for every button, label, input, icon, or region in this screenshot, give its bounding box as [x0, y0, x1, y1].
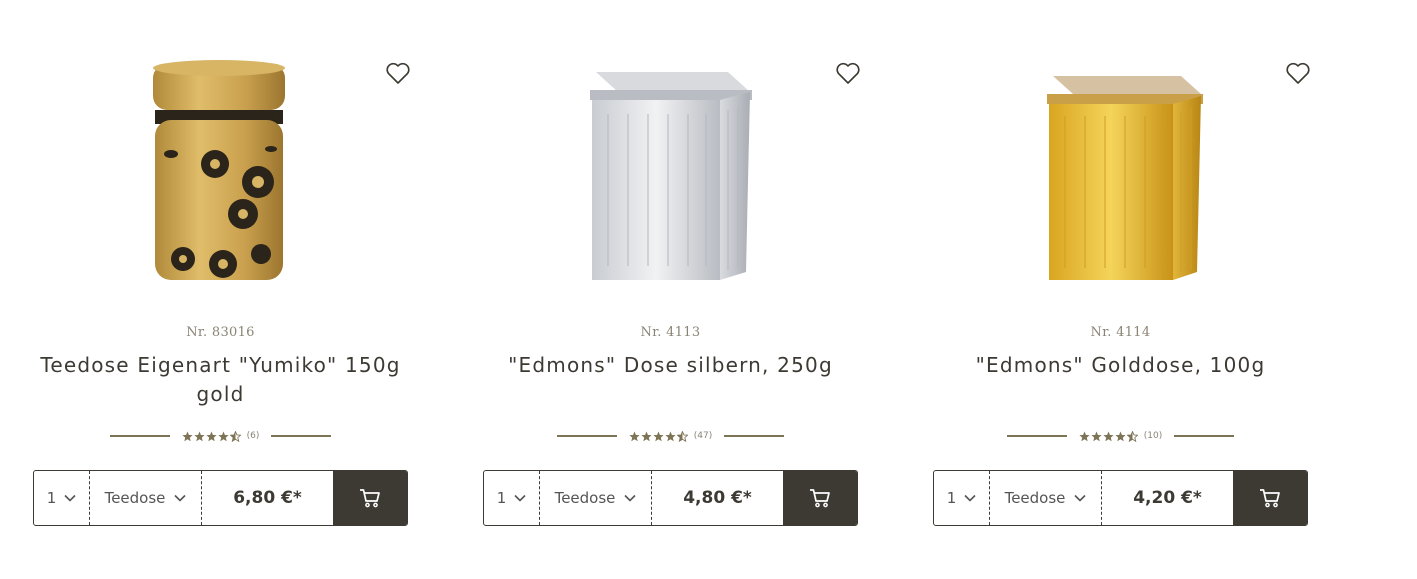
variant-select[interactable]: Teedose — [540, 471, 652, 525]
divider-line — [109, 435, 170, 437]
star-rating[interactable]: (6) — [182, 430, 260, 442]
article-number: Nr. 83016 — [186, 325, 255, 340]
article-number: Nr. 4114 — [1090, 325, 1151, 340]
heart-outline-icon[interactable] — [835, 61, 861, 85]
divider-line — [1174, 435, 1235, 437]
shopping-cart-icon — [810, 489, 830, 508]
gold-square-tin-image — [1046, 76, 1203, 280]
star-rating[interactable]: (47) — [629, 430, 713, 442]
star-icon — [629, 431, 640, 441]
variant-select[interactable]: Teedose — [990, 471, 1102, 525]
buy-box: 1 Teedose 6,80 €* — [33, 470, 408, 526]
product-title[interactable]: "Edmons" Dose silbern, 250g — [483, 351, 858, 380]
divider-line — [556, 435, 617, 437]
star-icon — [1091, 431, 1102, 441]
star-icon — [182, 431, 193, 441]
star-icon — [194, 431, 205, 441]
product-card: Nr. 4113 "Edmons" Dose silbern, 250g (47… — [483, 0, 861, 579]
quantity-value: 1 — [496, 489, 507, 507]
variant-value: Teedose — [1004, 489, 1066, 507]
product-image[interactable] — [533, 40, 803, 308]
silver-square-tin-image — [590, 71, 752, 280]
variant-select[interactable]: Teedose — [90, 471, 202, 525]
chevron-down-icon — [624, 494, 636, 502]
chevron-down-icon — [64, 494, 76, 502]
add-to-cart-button[interactable] — [783, 471, 857, 525]
article-number: Nr. 4113 — [640, 325, 701, 340]
star-icon — [1079, 431, 1090, 441]
add-to-cart-button[interactable] — [333, 471, 407, 525]
rating-count: (10) — [1143, 431, 1163, 441]
variant-value: Teedose — [104, 489, 166, 507]
product-title[interactable]: "Edmons" Golddose, 100g — [933, 351, 1308, 380]
rating-row: (47) — [483, 428, 858, 444]
add-to-cart-button[interactable] — [1233, 471, 1307, 525]
quantity-select[interactable]: 1 — [484, 471, 540, 525]
heart-outline-icon[interactable] — [1285, 61, 1311, 85]
rating-row: (10) — [933, 428, 1308, 444]
price: 4,80 €* — [683, 488, 752, 508]
quantity-value: 1 — [46, 489, 57, 507]
divider-line — [1006, 435, 1067, 437]
product-image[interactable] — [983, 40, 1253, 308]
star-icon — [1103, 431, 1114, 441]
buy-box: 1 Teedose 4,80 €* — [483, 470, 858, 526]
shopping-cart-icon — [360, 489, 380, 508]
star-icon — [665, 431, 676, 441]
price: 4,20 €* — [1133, 488, 1202, 508]
star-icon — [653, 431, 664, 441]
star-half-icon — [229, 430, 241, 442]
quantity-select[interactable]: 1 — [34, 471, 90, 525]
quantity-select[interactable]: 1 — [934, 471, 990, 525]
divider-line — [724, 435, 785, 437]
quantity-value: 1 — [946, 489, 957, 507]
chevron-down-icon — [1074, 494, 1086, 502]
shopping-cart-icon — [1260, 489, 1280, 508]
rating-row: (6) — [33, 428, 408, 444]
buy-box: 1 Teedose 4,20 €* — [933, 470, 1308, 526]
heart-outline-icon[interactable] — [385, 61, 411, 85]
product-card: Nr. 4114 "Edmons" Golddose, 100g (10) 1 … — [933, 0, 1311, 579]
star-rating[interactable]: (10) — [1079, 430, 1163, 442]
rating-count: (47) — [693, 431, 713, 441]
chevron-down-icon — [964, 494, 976, 502]
star-half-icon — [676, 430, 688, 442]
star-icon — [641, 431, 652, 441]
product-title[interactable]: Teedose Eigenart "Yumiko" 150g gold — [33, 351, 408, 409]
chevron-down-icon — [514, 494, 526, 502]
star-half-icon — [1126, 430, 1138, 442]
star-icon — [218, 431, 229, 441]
star-icon — [1115, 431, 1126, 441]
rating-count: (6) — [246, 431, 260, 441]
product-image[interactable] — [83, 40, 353, 308]
chevron-down-icon — [174, 494, 186, 502]
price: 6,80 €* — [233, 488, 302, 508]
star-icon — [206, 431, 217, 441]
variant-value: Teedose — [554, 489, 616, 507]
product-card: Nr. 83016 Teedose Eigenart "Yumiko" 150g… — [33, 0, 411, 579]
divider-line — [271, 435, 332, 437]
golden-tea-caddy-image — [153, 60, 285, 280]
